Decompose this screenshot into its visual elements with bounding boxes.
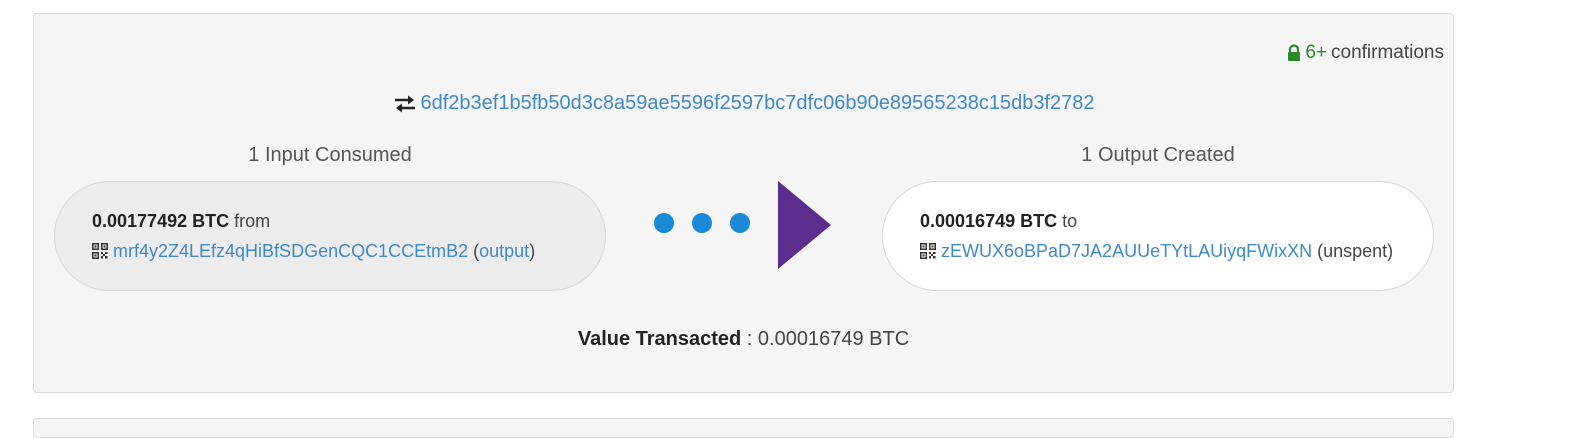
outputs-title: 1 Output Created [1081, 144, 1235, 166]
flow-arrow-icon [778, 181, 831, 269]
output-address-link[interactable]: zEWUX6oBPaD7JA2AUUeTYtLAUiyqFWixXN [941, 241, 1312, 261]
qr-code-icon[interactable] [92, 243, 108, 259]
output-direction: to [1062, 211, 1078, 231]
confirmations-badge: 6+ confirmations [1287, 42, 1444, 64]
input-address-link[interactable]: mrf4y2Z4LEfz4qHiBfSDGenCQC1CCEtmB2 [113, 241, 468, 261]
value-transacted: Value Transacted : 0.00016749 BTC [34, 328, 1453, 351]
value-transacted-label: Value Transacted [577, 328, 742, 350]
output-item: 0.00016749 BTC to zEWUX6oBPaD7JA2AUUeTYt… [882, 181, 1434, 291]
swap-arrows-icon [394, 95, 415, 112]
flow-dot [692, 213, 712, 233]
flow-dots [654, 213, 750, 233]
next-transaction-panel [33, 418, 1454, 438]
transaction-id-row: 6df2b3ef1b5fb50d3c8a59ae5596f2597bc7dfc0… [34, 92, 1453, 115]
input-ref-close: ) [529, 241, 536, 261]
input-direction: from [234, 211, 271, 231]
inputs-title: 1 Input Consumed [248, 144, 412, 166]
output-amount: 0.00016749 BTC [920, 211, 1058, 231]
value-transacted-amount: 0.00016749 BTC [757, 328, 910, 350]
confirmations-count: 6+ [1305, 42, 1327, 63]
confirmations-label: confirmations [1331, 42, 1444, 63]
flow-dot [654, 213, 674, 233]
transaction-panel: 6+ confirmations 6df2b3ef1b5fb50d3c8a59a… [33, 13, 1454, 393]
input-output-link[interactable]: output [479, 241, 529, 261]
input-amount: 0.00177492 BTC [92, 211, 230, 231]
value-separator: : [741, 328, 758, 350]
transaction-id-link[interactable]: 6df2b3ef1b5fb50d3c8a59ae5596f2597bc7dfc0… [421, 92, 1095, 115]
input-item: 0.00177492 BTC from mrf4y2Z4LEfz4qHiBfSD… [54, 181, 606, 291]
qr-code-icon[interactable] [920, 243, 936, 259]
flow-dot [730, 213, 750, 233]
lock-icon [1288, 44, 1301, 61]
output-status: (unspent) [1317, 241, 1394, 261]
